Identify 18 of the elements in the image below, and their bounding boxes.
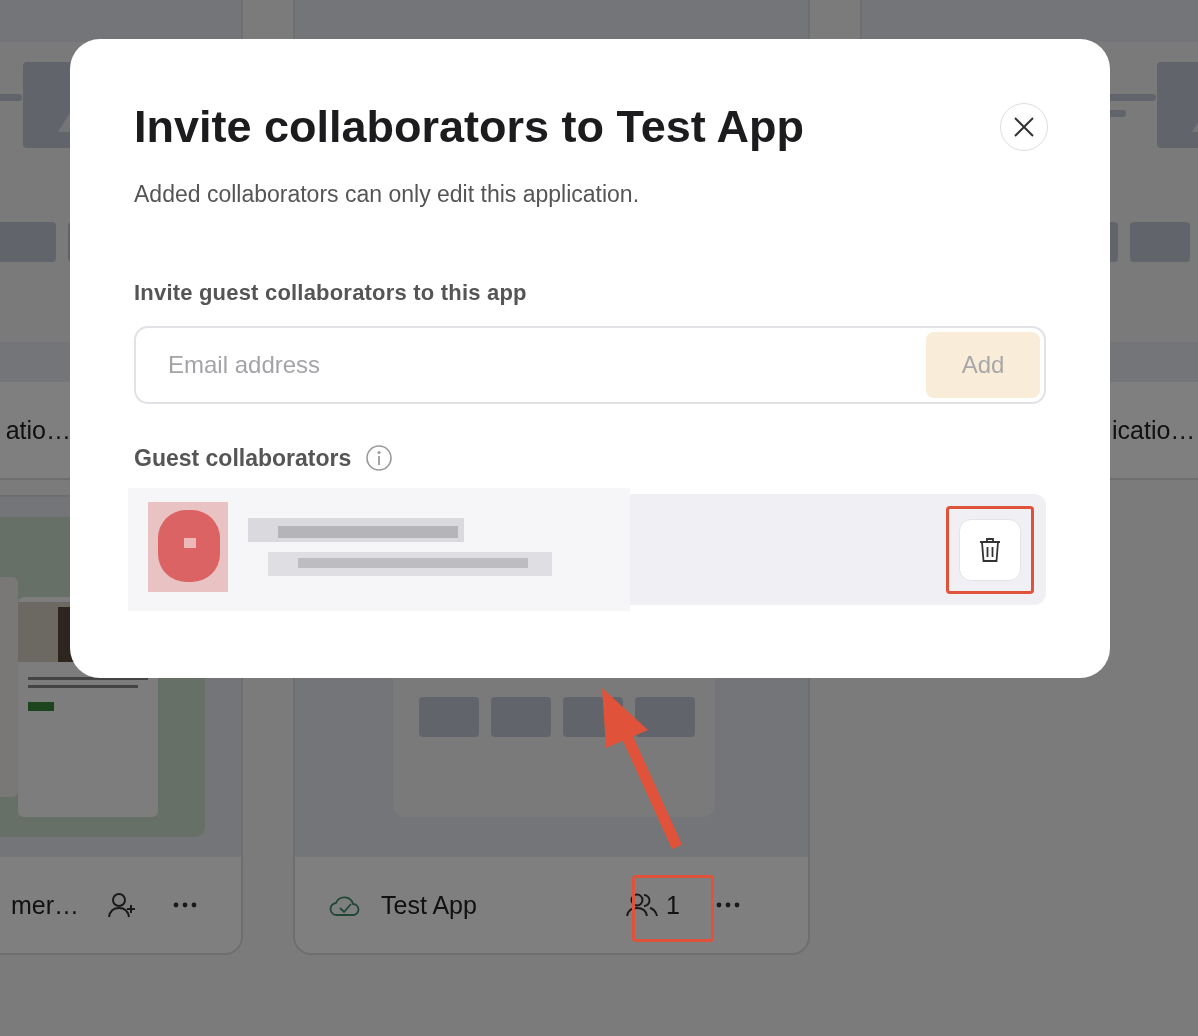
info-icon[interactable]: [365, 444, 394, 472]
app-name: Test App: [381, 890, 478, 920]
more-icon: [716, 902, 740, 908]
more-icon: [173, 902, 197, 908]
dialog-subtitle: Added collaborators can only edit this application.: [134, 181, 641, 208]
field-label: Invite guest collaborators to this app: [134, 280, 528, 306]
trash-icon: [979, 536, 1001, 563]
app-name: mer…: [9, 890, 79, 920]
people-icon: [626, 893, 659, 917]
close-icon: [1013, 116, 1035, 138]
close-button[interactable]: [1000, 103, 1048, 151]
section-heading: Guest collaborators: [134, 444, 352, 472]
delete-button[interactable]: [959, 518, 1021, 581]
app-name: icatio…: [1112, 415, 1197, 445]
collaborators-button[interactable]: 1: [618, 882, 688, 928]
app-name: atio…: [4, 415, 71, 445]
dialog-title: Invite collaborators to Test App: [134, 101, 805, 153]
person-plus-icon: [107, 891, 137, 919]
